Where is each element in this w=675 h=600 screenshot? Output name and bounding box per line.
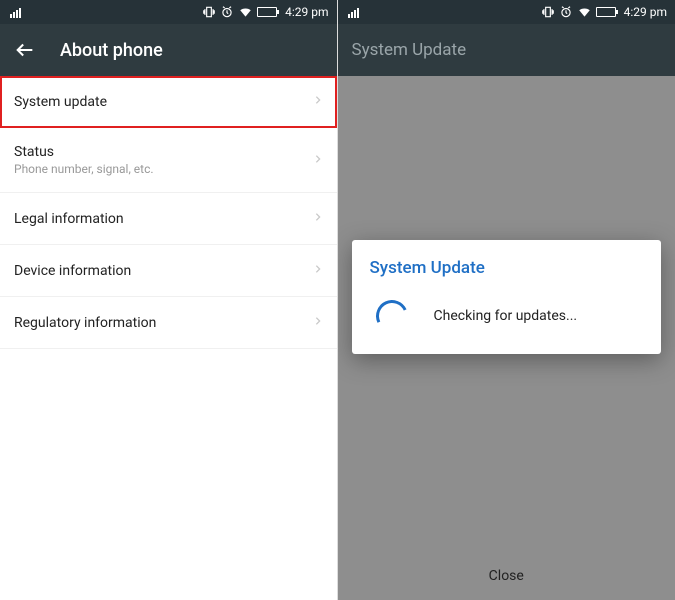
row-label: Legal information bbox=[14, 211, 313, 227]
row-label: Device information bbox=[14, 263, 313, 279]
screen-about-phone: 4:29 pm About phone System update Status… bbox=[0, 0, 338, 600]
battery-icon bbox=[596, 7, 616, 17]
chevron-right-icon bbox=[313, 313, 323, 332]
chevron-right-icon bbox=[313, 151, 323, 170]
status-bar: 4:29 pm bbox=[0, 0, 337, 24]
row-label: Regulatory information bbox=[14, 315, 313, 331]
dialog-title: System Update bbox=[370, 258, 644, 278]
row-sublabel: Phone number, signal, etc. bbox=[14, 162, 313, 176]
page-title: System Update bbox=[352, 40, 467, 60]
row-device-information[interactable]: Device information bbox=[0, 245, 337, 297]
clock: 4:29 pm bbox=[285, 5, 328, 19]
row-label: Status bbox=[14, 144, 313, 160]
settings-list: System update Status Phone number, signa… bbox=[0, 76, 337, 349]
chevron-right-icon bbox=[313, 92, 323, 111]
row-status[interactable]: Status Phone number, signal, etc. bbox=[0, 128, 337, 193]
chevron-right-icon bbox=[313, 209, 323, 228]
vibrate-icon bbox=[541, 5, 555, 19]
alarm-icon bbox=[559, 5, 573, 19]
close-button[interactable]: Close bbox=[338, 568, 675, 584]
loading-spinner-icon bbox=[371, 295, 412, 336]
page-title: About phone bbox=[60, 40, 163, 61]
status-bar: 4:29 pm bbox=[338, 0, 675, 24]
screen-system-update: 4:29 pm System Update System Update Chec… bbox=[338, 0, 675, 600]
row-label: System update bbox=[14, 94, 313, 110]
chevron-right-icon bbox=[313, 261, 323, 280]
system-update-dialog: System Update Checking for updates... bbox=[352, 240, 662, 354]
alarm-icon bbox=[220, 5, 234, 19]
wifi-icon bbox=[577, 5, 592, 19]
row-system-update[interactable]: System update bbox=[0, 76, 337, 128]
row-regulatory-information[interactable]: Regulatory information bbox=[0, 297, 337, 349]
clock: 4:29 pm bbox=[624, 5, 667, 19]
battery-icon bbox=[257, 7, 277, 17]
vibrate-icon bbox=[202, 5, 216, 19]
wifi-icon bbox=[238, 5, 253, 19]
app-bar: System Update bbox=[338, 24, 675, 76]
dialog-message: Checking for updates... bbox=[434, 308, 578, 324]
arrow-left-icon bbox=[14, 39, 36, 61]
row-legal-information[interactable]: Legal information bbox=[0, 193, 337, 245]
app-bar: About phone bbox=[0, 24, 337, 76]
signal-icon bbox=[10, 6, 21, 18]
back-button[interactable] bbox=[14, 39, 36, 61]
signal-icon bbox=[348, 6, 359, 18]
